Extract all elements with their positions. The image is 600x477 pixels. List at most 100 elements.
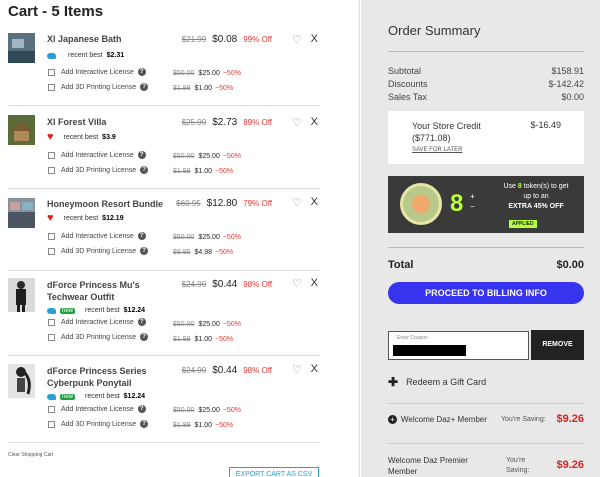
remove-item-button[interactable]: X: [311, 33, 318, 45]
interactive-license-option[interactable]: Add Interactive License?: [48, 318, 146, 326]
recent-best: ♥ recent best $12.19: [47, 212, 124, 224]
product-thumbnail[interactable]: [8, 278, 35, 312]
printing-license-option[interactable]: Add 3D Printing License?: [48, 247, 149, 255]
help-icon[interactable]: ?: [137, 151, 146, 159]
remove-item-button[interactable]: X: [311, 196, 318, 208]
token-medal-icon: [400, 183, 442, 225]
help-icon[interactable]: ?: [140, 247, 149, 255]
recent-best: new recent best $12.24: [47, 393, 145, 400]
help-icon[interactable]: ?: [137, 68, 146, 76]
wishlist-heart-icon[interactable]: ♡: [292, 196, 302, 209]
product-thumbnail[interactable]: [8, 364, 35, 398]
cart-item: Xl Japanese Bath $21.99 $0.08 99% Off ♡ X …: [8, 28, 320, 106]
addon-price: $50.00 $25.00 −50%: [173, 153, 241, 160]
product-thumbnail[interactable]: [8, 198, 35, 228]
checkbox[interactable]: [48, 83, 55, 91]
addon-price: $9.95 $4.98 −50%: [173, 249, 234, 256]
interactive-license-option[interactable]: Add Interactive License?: [48, 232, 146, 240]
remove-item-button[interactable]: X: [311, 277, 318, 289]
help-icon[interactable]: ?: [137, 318, 146, 326]
cart-item: dForce Princess Mu's Techwear Outfit $24.…: [8, 274, 320, 356]
product-name[interactable]: Honeymoon Resort Bundle: [47, 198, 163, 210]
checkbox[interactable]: [48, 232, 55, 240]
recent-best: ♥ recent best $3.9: [47, 131, 116, 143]
divider: [388, 247, 584, 248]
applied-badge: APPLIED: [509, 220, 537, 228]
save-for-later-link[interactable]: SAVE FOR LATER: [412, 147, 462, 153]
help-icon[interactable]: ?: [140, 166, 149, 174]
divider: [388, 443, 584, 444]
wishlist-heart-icon[interactable]: ♡: [292, 116, 302, 129]
interactive-license-option[interactable]: Add Interactive License?: [48, 151, 146, 159]
store-credit-box: Your Store Credit ($771.08) $-16.49 SAVE …: [388, 111, 584, 164]
interactive-license-option[interactable]: Add Interactive License?: [48, 405, 146, 413]
recent-best: new recent best $12.24: [47, 307, 145, 314]
subtotal-row: Subtotal $158.91: [388, 66, 584, 76]
checkbox[interactable]: [48, 420, 55, 428]
addon-price: $50.00 $25.00 −50%: [173, 70, 241, 77]
checkbox[interactable]: [48, 151, 55, 159]
checkbox[interactable]: [48, 166, 55, 174]
remove-item-button[interactable]: X: [311, 363, 318, 375]
price-block: $24.99 $0.44 98% Off: [181, 279, 272, 290]
product-name[interactable]: Xl Japanese Bath: [47, 33, 122, 45]
printing-license-option[interactable]: Add 3D Printing License?: [48, 333, 149, 341]
product-name[interactable]: dForce Princess Mu's Techwear Outfit: [47, 279, 140, 303]
export-csv-button[interactable]: EXPORT CART AS CSV: [229, 467, 319, 477]
recent-best: recent best $2.31: [47, 52, 124, 59]
interactive-license-option[interactable]: Add Interactive License?: [48, 68, 146, 76]
cart-item: Honeymoon Resort Bundle $60.95 $12.80 79% …: [8, 193, 320, 271]
heart-icon: ♥: [47, 131, 54, 143]
bird-icon: [47, 307, 56, 314]
printing-license-option[interactable]: Add 3D Printing License?: [48, 83, 149, 91]
bird-icon: [47, 393, 56, 400]
help-icon[interactable]: ?: [137, 405, 146, 413]
member-label: + Welcome Daz+ Member: [388, 414, 487, 425]
coupon-value-redacted: [393, 345, 466, 356]
price-block: $25.99 $2.73 89% Off: [181, 117, 272, 128]
price-block: $60.95 $12.80 79% Off: [176, 198, 272, 209]
cart-item: Xl Forest Villa $25.99 $2.73 89% Off ♡ X ♥…: [8, 111, 320, 189]
saving-value: $9.26: [556, 413, 584, 425]
sales-tax-row: Sales Tax $0.00: [388, 92, 584, 102]
checkbox[interactable]: [48, 318, 55, 326]
clear-cart-link[interactable]: Clear Shopping Cart: [8, 452, 53, 458]
product-name[interactable]: dForce Princess Series Cyberpunk Ponytail: [47, 365, 147, 389]
remove-item-button[interactable]: X: [311, 116, 318, 128]
redeem-gift-card-link[interactable]: ✚ Redeem a Gift Card: [388, 375, 486, 389]
addon-price: $50.00 $25.00 −50%: [173, 234, 241, 241]
discounts-row: Discounts $-142.42: [388, 79, 584, 89]
saving-label: You're Saving:: [506, 457, 530, 474]
printing-license-option[interactable]: Add 3D Printing License?: [48, 166, 149, 174]
coupon-input[interactable]: Enter Coupon: [388, 331, 529, 360]
help-icon[interactable]: ?: [137, 232, 146, 240]
product-thumbnail[interactable]: [8, 33, 35, 63]
addon-price: $1.99 $1.00 −50%: [173, 168, 234, 175]
addon-price: $1.99 $1.00 −50%: [173, 336, 234, 343]
addon-price: $1.99 $1.00 −50%: [173, 422, 234, 429]
proceed-to-billing-button[interactable]: PROCEED TO BILLING INFO: [388, 282, 584, 304]
help-icon[interactable]: ?: [140, 83, 149, 91]
token-stepper[interactable]: + −: [470, 192, 475, 212]
new-badge: new: [60, 307, 76, 314]
help-icon[interactable]: ?: [140, 333, 149, 341]
checkbox[interactable]: [48, 247, 55, 255]
token-count: 8: [450, 190, 464, 217]
wishlist-heart-icon[interactable]: ♡: [292, 363, 302, 376]
wishlist-heart-icon[interactable]: ♡: [292, 33, 302, 46]
checkbox[interactable]: [48, 333, 55, 341]
checkbox[interactable]: [48, 68, 55, 76]
total-row: Total $0.00: [388, 259, 584, 271]
help-icon[interactable]: ?: [140, 420, 149, 428]
wishlist-heart-icon[interactable]: ♡: [292, 277, 302, 290]
new-badge: new: [60, 393, 76, 400]
product-name[interactable]: Xl Forest Villa: [47, 116, 106, 128]
divider: [388, 51, 584, 52]
printing-license-option[interactable]: Add 3D Printing License?: [48, 420, 149, 428]
product-thumbnail[interactable]: [8, 115, 35, 145]
heart-icon: ♥: [47, 212, 54, 224]
remove-coupon-button[interactable]: REMOVE: [531, 330, 584, 360]
saving-label: You're Saving:: [501, 416, 546, 423]
checkbox[interactable]: [48, 405, 55, 413]
price-block: $21.99 $0.08 99% Off: [182, 34, 272, 45]
